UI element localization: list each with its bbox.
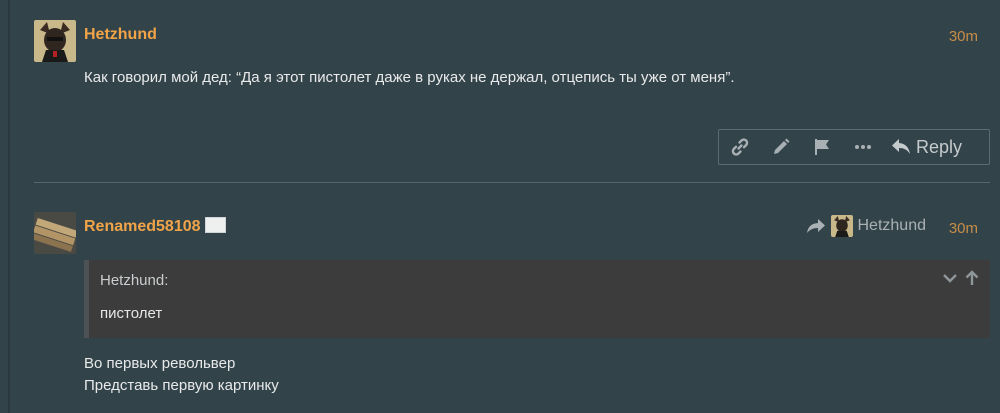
- reply-arrow-icon: [892, 139, 910, 154]
- post-text: Во первых револьвер Представь первую кар…: [84, 353, 279, 397]
- post-hetzhund: Hetzhund 30m Как говорил мой дед: “Да я …: [34, 20, 990, 170]
- arrow-up-icon[interactable]: [964, 270, 980, 286]
- reply-button[interactable]: Reply: [891, 130, 962, 164]
- reply-to-username: Hetzhund: [857, 217, 927, 234]
- username[interactable]: Hetzhund: [84, 26, 157, 44]
- post-line: Представь первую картинку: [84, 377, 279, 394]
- broken-image-icon: [205, 217, 226, 233]
- quote-text: пистолет: [100, 305, 163, 322]
- reply-to-avatar: [830, 215, 853, 237]
- post-time[interactable]: 30m: [949, 28, 978, 45]
- post-line: Во первых револьвер: [84, 355, 236, 372]
- post-time[interactable]: 30m: [949, 220, 978, 237]
- more-icon[interactable]: [842, 130, 883, 164]
- pencil-icon[interactable]: [760, 130, 801, 164]
- flag-icon[interactable]: [801, 130, 842, 164]
- quote-block: Hetzhund: пистолет: [84, 260, 990, 338]
- avatar[interactable]: [34, 20, 76, 62]
- reply-label: Reply: [916, 136, 963, 157]
- post-actions: Reply: [718, 129, 990, 165]
- reply-to-indicator[interactable]: Hetzhund: [806, 215, 927, 237]
- reply-to-arrow-icon: [806, 219, 825, 233]
- link-icon[interactable]: [719, 130, 760, 164]
- post-divider: [34, 182, 990, 183]
- avatar[interactable]: [34, 212, 76, 254]
- post-text: Как говорил мой дед: “Да я этот пистолет…: [84, 69, 735, 86]
- username[interactable]: Renamed58108: [84, 218, 201, 236]
- post-renamed58108: Renamed58108 Hetzhund 30m Hetzhund: пист…: [34, 212, 990, 412]
- thread-rule: [8, 0, 10, 413]
- quote-controls: [942, 270, 980, 286]
- quote-author[interactable]: Hetzhund:: [100, 272, 168, 289]
- chevron-down-icon[interactable]: [942, 270, 958, 286]
